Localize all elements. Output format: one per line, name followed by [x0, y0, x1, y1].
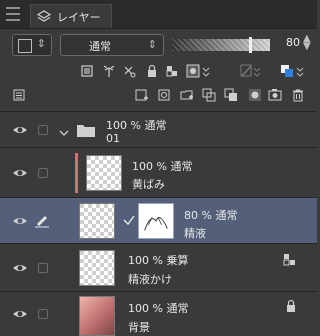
clip-icon[interactable]: [122, 64, 136, 78]
layer-thumbnail: [79, 250, 115, 286]
mask-icon[interactable]: [248, 88, 262, 102]
eye-icon[interactable]: [12, 260, 28, 276]
layer-color-dropdown[interactable]: ⇕: [12, 34, 52, 56]
layer-checkbox[interactable]: [38, 309, 48, 319]
antenna-icon[interactable]: [102, 64, 116, 78]
layer-name: 背景: [128, 321, 150, 334]
layer-thumbnail: [86, 155, 122, 191]
opacity-stepper[interactable]: ▲ ▼: [303, 34, 311, 52]
lock-icon[interactable]: [145, 64, 159, 78]
check-icon: [122, 212, 136, 226]
new-vector-layer-icon[interactable]: [158, 88, 172, 102]
new-folder-icon[interactable]: [180, 88, 194, 102]
reference-layer-icon[interactable]: [80, 64, 94, 78]
eye-icon[interactable]: [12, 165, 28, 181]
layer-thumbnail: [79, 296, 115, 336]
blend-mode-value: 通常: [89, 40, 111, 53]
new-raster-layer-icon[interactable]: [135, 88, 149, 102]
layers-icon: [36, 9, 52, 23]
layer-name: 精液かけ: [128, 273, 172, 286]
layer-mask-thumbnail: [138, 203, 174, 239]
chevron-updown-icon: ⇕: [147, 38, 157, 51]
layer-row[interactable]: 100 % 通常 背景: [0, 292, 317, 336]
layer-row[interactable]: 100 % 通常 黄ばみ: [0, 148, 317, 198]
layer-checkbox[interactable]: [38, 125, 48, 135]
folder-icon: [76, 122, 96, 138]
layer-row-folder[interactable]: 100 % 通常 01: [0, 112, 317, 148]
layer-opacity-mode: 100 % 通常: [132, 160, 193, 173]
menu-icon[interactable]: [6, 7, 20, 21]
transparency-lock-icon: [283, 252, 297, 266]
trash-icon[interactable]: [291, 88, 305, 102]
tab-layers[interactable]: レイヤー: [30, 4, 112, 28]
transparency-lock-icon[interactable]: [165, 64, 179, 78]
layer-opacity-mode: 100 % 乗算: [128, 254, 189, 267]
mask-dropdown[interactable]: [186, 64, 212, 78]
opacity-slider-pattern: [172, 39, 270, 51]
layer-commands-bar: [0, 84, 317, 108]
layer-row-selected[interactable]: 80 % 通常 精液: [0, 198, 317, 244]
layer-checkbox[interactable]: [38, 263, 48, 273]
eye-icon[interactable]: [12, 213, 28, 229]
layer-options-bar: [0, 60, 317, 84]
panel-titlebar: レイヤー: [0, 0, 317, 29]
layer-camera-icon[interactable]: [268, 88, 282, 102]
layer-thumbnail: [79, 203, 115, 239]
layer-name: 精液: [184, 227, 206, 240]
chevron-down-icon[interactable]: [58, 124, 70, 136]
combine-icon[interactable]: [224, 88, 238, 102]
layer-color-swap-dropdown[interactable]: [280, 64, 306, 78]
tab-layers-label: レイヤー: [57, 11, 101, 24]
eye-icon[interactable]: [12, 122, 28, 138]
layer-name: 黄ばみ: [132, 178, 165, 191]
blend-mode-select[interactable]: 通常 ⇕: [60, 34, 164, 56]
layer-name: 01: [106, 132, 120, 145]
layer-row[interactable]: 100 % 乗算 精液かけ: [0, 244, 317, 292]
layer-opacity-mode: 80 % 通常: [184, 209, 238, 222]
draft-layer-dropdown[interactable]: [240, 64, 262, 78]
lock-icon: [284, 298, 298, 312]
layer-color-swatch: [18, 39, 32, 53]
layer-opacity-mode: 100 % 通常: [128, 302, 189, 315]
opacity-slider-thumb[interactable]: [248, 37, 252, 53]
opacity-slider[interactable]: [172, 37, 270, 53]
layer-opacity-mode: 100 % 通常: [106, 119, 167, 132]
opacity-value: 80: [286, 36, 300, 49]
eye-icon[interactable]: [12, 306, 28, 322]
chevron-updown-icon: ⇕: [36, 37, 46, 50]
layer-list: 100 % 通常 01 100 % 通常 黄ばみ 80 % 通常 精液 100 …: [0, 112, 317, 336]
pen-icon: [34, 212, 50, 228]
transfer-down-icon[interactable]: [202, 88, 216, 102]
layer-property-bar: ⇕ 通常 ⇕ 80 ▲ ▼: [0, 28, 317, 60]
layer-checkbox[interactable]: [38, 168, 48, 178]
layer-color-marker: [75, 153, 78, 193]
layer-property-icon[interactable]: [12, 88, 26, 102]
